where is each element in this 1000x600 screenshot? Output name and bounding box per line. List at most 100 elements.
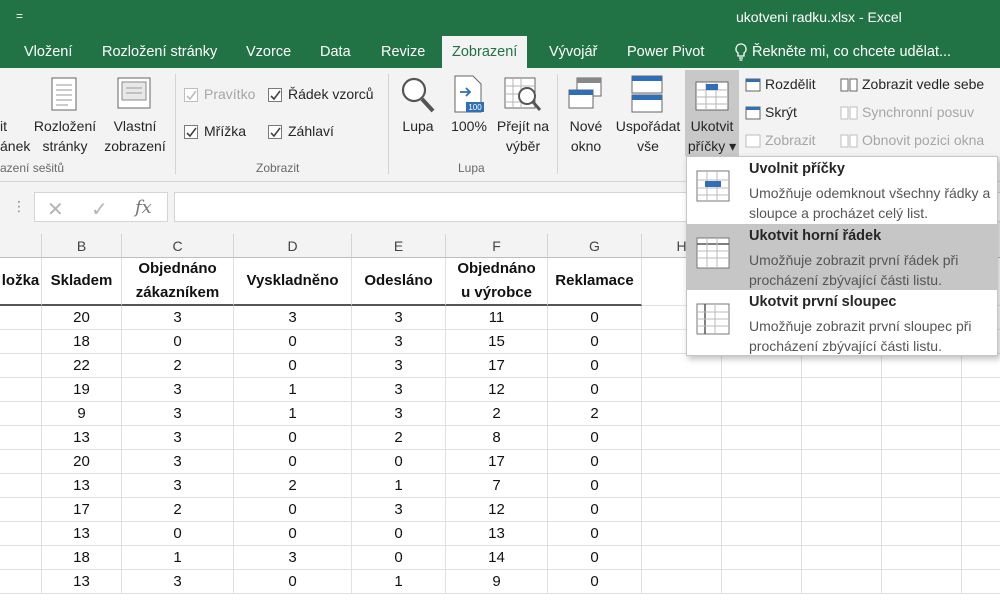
empty-cell[interactable] — [722, 498, 802, 522]
formula-bar-check[interactable] — [268, 88, 282, 102]
empty-cell[interactable] — [722, 522, 802, 546]
table-header-cell[interactable]: Skladem — [42, 258, 122, 306]
empty-cell[interactable] — [642, 474, 722, 498]
table-cell[interactable]: 3 — [352, 402, 446, 426]
table-cell[interactable]: 0 — [234, 498, 352, 522]
empty-cell[interactable] — [962, 402, 1000, 426]
empty-cell[interactable] — [802, 354, 882, 378]
table-cell[interactable]: 0 — [548, 306, 642, 330]
table-cell[interactable]: 18 — [42, 330, 122, 354]
table-cell[interactable]: 12 — [446, 378, 548, 402]
empty-cell[interactable] — [882, 450, 962, 474]
table-cell[interactable]: 3 — [352, 378, 446, 402]
table-cell[interactable]: 20 — [42, 306, 122, 330]
column-header-C[interactable]: C — [122, 234, 234, 258]
empty-cell[interactable] — [882, 426, 962, 450]
empty-cell[interactable] — [802, 498, 882, 522]
table-cell[interactable] — [0, 354, 42, 378]
table-cell[interactable]: 1 — [352, 474, 446, 498]
table-cell[interactable]: 18 — [42, 546, 122, 570]
table-cell[interactable] — [0, 402, 42, 426]
table-cell[interactable]: 17 — [42, 498, 122, 522]
empty-cell[interactable] — [962, 570, 1000, 594]
menu-item-freeze-first-column[interactable]: Ukotvit první sloupec Umožňuje zobrazit … — [687, 290, 997, 356]
empty-cell[interactable] — [962, 522, 1000, 546]
empty-cell[interactable] — [642, 426, 722, 450]
table-header-cell[interactable]: Objednáno u výrobce — [446, 258, 548, 306]
table-cell[interactable]: 13 — [42, 570, 122, 594]
table-cell[interactable]: 3 — [122, 570, 234, 594]
empty-cell[interactable] — [642, 450, 722, 474]
empty-cell[interactable] — [722, 546, 802, 570]
empty-cell[interactable] — [642, 354, 722, 378]
table-cell[interactable]: 0 — [234, 426, 352, 450]
empty-cell[interactable] — [802, 450, 882, 474]
table-cell[interactable]: 0 — [548, 450, 642, 474]
table-cell[interactable]: 0 — [352, 546, 446, 570]
table-cell[interactable]: 0 — [548, 498, 642, 522]
table-cell[interactable]: 0 — [352, 450, 446, 474]
empty-cell[interactable] — [722, 378, 802, 402]
table-cell[interactable] — [0, 498, 42, 522]
tab-data[interactable]: Data — [318, 36, 353, 68]
column-header-B[interactable]: B — [42, 234, 122, 258]
function-icon[interactable]: fx — [135, 197, 152, 218]
empty-cell[interactable] — [722, 570, 802, 594]
table-cell[interactable]: 8 — [446, 426, 548, 450]
table-cell[interactable]: 20 — [42, 450, 122, 474]
table-cell[interactable] — [0, 378, 42, 402]
table-cell[interactable]: 0 — [548, 426, 642, 450]
table-cell[interactable]: 3 — [122, 306, 234, 330]
table-cell[interactable]: 17 — [446, 450, 548, 474]
table-cell[interactable]: 2 — [122, 354, 234, 378]
table-cell[interactable]: 0 — [234, 354, 352, 378]
table-cell[interactable]: 9 — [42, 402, 122, 426]
table-cell[interactable]: 1 — [352, 570, 446, 594]
column-header-A[interactable] — [0, 234, 42, 258]
empty-cell[interactable] — [882, 522, 962, 546]
empty-cell[interactable] — [802, 522, 882, 546]
headings-check[interactable] — [268, 125, 282, 139]
table-cell[interactable] — [0, 330, 42, 354]
table-cell[interactable]: 3 — [122, 378, 234, 402]
empty-cell[interactable] — [642, 522, 722, 546]
table-cell[interactable] — [0, 306, 42, 330]
table-cell[interactable] — [0, 474, 42, 498]
table-cell[interactable]: 3 — [352, 498, 446, 522]
table-cell[interactable]: 0 — [548, 474, 642, 498]
tab-vzorce[interactable]: Vzorce — [244, 36, 293, 68]
empty-cell[interactable] — [802, 426, 882, 450]
empty-cell[interactable] — [722, 402, 802, 426]
table-cell[interactable]: 2 — [234, 474, 352, 498]
page-break-label-partial[interactable]: ánek — [0, 138, 30, 154]
empty-cell[interactable] — [642, 498, 722, 522]
empty-cell[interactable] — [882, 546, 962, 570]
cancel-icon[interactable]: ✕ — [47, 197, 64, 222]
table-cell[interactable]: 13 — [42, 474, 122, 498]
empty-cell[interactable] — [962, 378, 1000, 402]
empty-cell[interactable] — [962, 450, 1000, 474]
table-header-cell[interactable]: Vyskladněno — [234, 258, 352, 306]
table-cell[interactable]: 2 — [446, 402, 548, 426]
table-cell[interactable]: 9 — [446, 570, 548, 594]
column-header-G[interactable]: G — [548, 234, 642, 258]
tab-vyvojar[interactable]: Vývojář — [547, 36, 599, 68]
empty-cell[interactable] — [882, 378, 962, 402]
table-cell[interactable]: 13 — [42, 426, 122, 450]
table-cell[interactable] — [0, 570, 42, 594]
empty-cell[interactable] — [882, 402, 962, 426]
table-cell[interactable]: 0 — [548, 378, 642, 402]
table-cell[interactable]: 3 — [122, 402, 234, 426]
empty-cell[interactable] — [722, 354, 802, 378]
table-cell[interactable]: 3 — [234, 306, 352, 330]
empty-cell[interactable] — [962, 426, 1000, 450]
table-cell[interactable]: 2 — [352, 426, 446, 450]
table-cell[interactable]: 11 — [446, 306, 548, 330]
table-cell[interactable]: 0 — [122, 522, 234, 546]
table-cell[interactable]: 15 — [446, 330, 548, 354]
table-cell[interactable]: 3 — [352, 354, 446, 378]
table-cell[interactable]: 13 — [446, 522, 548, 546]
column-header-F[interactable]: F — [446, 234, 548, 258]
table-cell[interactable] — [0, 426, 42, 450]
gridlines-check[interactable] — [184, 125, 198, 139]
